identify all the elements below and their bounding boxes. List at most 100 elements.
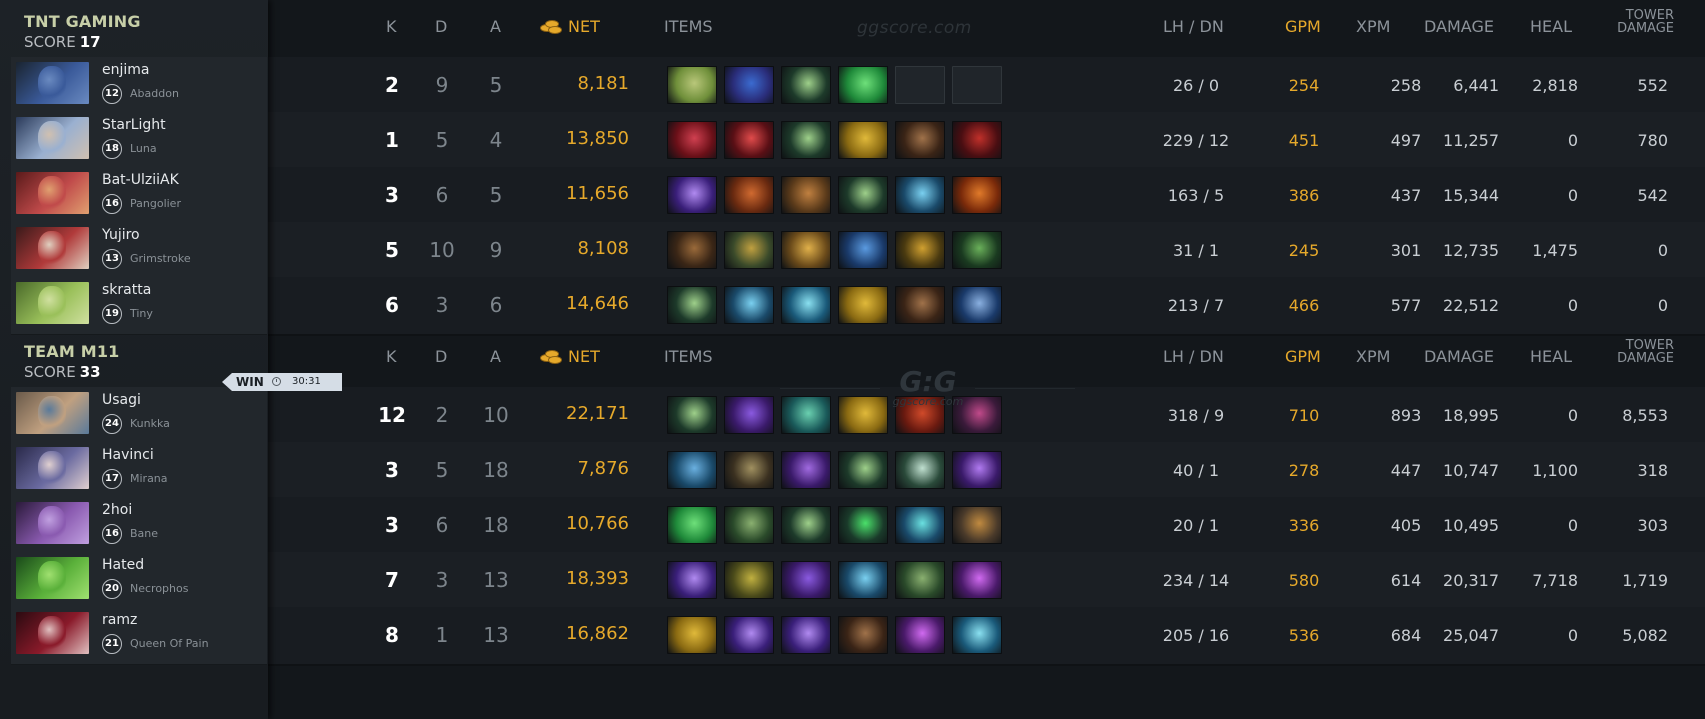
deaths: 2 <box>435 403 449 427</box>
item-icon[interactable] <box>895 506 945 544</box>
empty-item-slot[interactable] <box>895 66 945 104</box>
player-card[interactable]: 2hoi 16 Bane <box>11 497 267 555</box>
item-icon[interactable] <box>952 231 1002 269</box>
player-card[interactable]: skratta 19 Tiny <box>11 277 267 335</box>
player-card[interactable]: StarLight 18 Luna <box>11 112 267 170</box>
item-icon[interactable] <box>838 561 888 599</box>
player-name[interactable]: Hated <box>102 557 144 573</box>
last-hits-denies: 213 / 7 <box>1167 296 1225 315</box>
kills: 3 <box>385 458 399 482</box>
item-icon[interactable] <box>724 396 774 434</box>
item-icon[interactable] <box>838 506 888 544</box>
item-icon[interactable] <box>667 121 717 159</box>
item-icon[interactable] <box>781 396 831 434</box>
item-icon[interactable] <box>781 506 831 544</box>
hero-heal: 0 <box>1567 406 1578 425</box>
header-net-worth: NET <box>568 17 600 36</box>
item-icon[interactable] <box>724 286 774 324</box>
item-icon[interactable] <box>838 286 888 324</box>
item-icon[interactable] <box>724 231 774 269</box>
player-name[interactable]: Bat-UlziiAK <box>102 172 179 188</box>
hero-name: Kunkka <box>130 417 170 430</box>
item-icon[interactable] <box>667 396 717 434</box>
item-icon[interactable] <box>667 66 717 104</box>
hero-level: 19 <box>102 304 122 324</box>
item-icon[interactable] <box>895 231 945 269</box>
player-name[interactable]: Havinci <box>102 447 154 463</box>
player-stats-row: 3 5 18 7,876 40 / 1 278 447 10,747 1,100 318 <box>268 442 1705 501</box>
item-icon[interactable] <box>667 286 717 324</box>
item-icon[interactable] <box>781 616 831 654</box>
player-name[interactable]: ramz <box>102 612 137 628</box>
item-icon[interactable] <box>667 176 717 214</box>
player-card[interactable]: Havinci 17 Mirana <box>11 442 267 500</box>
header-items: ITEMS <box>664 347 713 366</box>
player-name[interactable]: skratta <box>102 282 151 298</box>
item-icon[interactable] <box>838 176 888 214</box>
item-icon[interactable] <box>895 121 945 159</box>
item-icon[interactable] <box>781 176 831 214</box>
item-icon[interactable] <box>838 616 888 654</box>
item-icon[interactable] <box>838 231 888 269</box>
player-name[interactable]: Usagi <box>102 392 141 408</box>
item-icon[interactable] <box>781 286 831 324</box>
item-icon[interactable] <box>895 176 945 214</box>
item-icon[interactable] <box>952 561 1002 599</box>
item-icon[interactable] <box>667 451 717 489</box>
item-icon[interactable] <box>952 616 1002 654</box>
item-icon[interactable] <box>667 506 717 544</box>
watermark: ggscore.com <box>857 18 972 38</box>
item-icon[interactable] <box>838 451 888 489</box>
item-icon[interactable] <box>667 231 717 269</box>
player-card[interactable]: Hated 20 Necrophos <box>11 552 267 610</box>
item-icon[interactable] <box>838 396 888 434</box>
player-card[interactable]: ramz 21 Queen Of Pain <box>11 607 267 665</box>
header-tower-line2: DAMAGE <box>1617 351 1674 366</box>
player-name[interactable]: StarLight <box>102 117 166 133</box>
gold-coin-icon <box>540 350 562 364</box>
item-icon[interactable] <box>952 121 1002 159</box>
player-card[interactable]: enjima 12 Abaddon <box>11 57 267 115</box>
item-icon[interactable] <box>724 176 774 214</box>
tower-damage: 542 <box>1637 186 1668 205</box>
divider <box>975 388 1075 389</box>
item-icon[interactable] <box>724 506 774 544</box>
item-icon[interactable] <box>667 616 717 654</box>
player-name[interactable]: enjima <box>102 62 149 78</box>
item-icon[interactable] <box>781 66 831 104</box>
item-icon[interactable] <box>952 286 1002 324</box>
player-stats-row: 12 2 10 22,171 318 / 9 710 893 18,995 0 8,553 <box>268 387 1705 446</box>
item-icon[interactable] <box>781 231 831 269</box>
item-icon[interactable] <box>952 451 1002 489</box>
item-icon[interactable] <box>895 616 945 654</box>
item-icon[interactable] <box>838 66 888 104</box>
item-icon[interactable] <box>724 616 774 654</box>
item-icon[interactable] <box>895 451 945 489</box>
header-tower-damage: TOWER DAMAGE <box>1610 9 1674 35</box>
player-card[interactable]: Bat-UlziiAK 16 Pangolier <box>11 167 267 225</box>
item-icon[interactable] <box>724 451 774 489</box>
net-worth: 7,876 <box>577 458 629 479</box>
player-name[interactable]: 2hoi <box>102 502 132 518</box>
hero-damage: 25,047 <box>1443 626 1499 645</box>
item-icon[interactable] <box>724 561 774 599</box>
player-card[interactable]: Yujiro 13 Grimstroke <box>11 222 267 280</box>
empty-item-slot[interactable] <box>952 66 1002 104</box>
item-icon[interactable] <box>895 561 945 599</box>
item-icon[interactable] <box>781 451 831 489</box>
item-icon[interactable] <box>952 176 1002 214</box>
hero-portrait <box>16 282 89 324</box>
player-name[interactable]: Yujiro <box>102 227 140 243</box>
item-icon[interactable] <box>724 66 774 104</box>
net-worth: 10,766 <box>566 513 629 534</box>
item-icon[interactable] <box>952 506 1002 544</box>
item-icon[interactable] <box>781 121 831 159</box>
player-card[interactable]: Usagi 24 Kunkka <box>11 387 267 445</box>
item-icon[interactable] <box>724 121 774 159</box>
header-assists: A <box>490 347 501 366</box>
item-icon[interactable] <box>895 286 945 324</box>
item-icon[interactable] <box>838 121 888 159</box>
hero-damage: 6,441 <box>1453 76 1499 95</box>
item-icon[interactable] <box>781 561 831 599</box>
item-icon[interactable] <box>667 561 717 599</box>
